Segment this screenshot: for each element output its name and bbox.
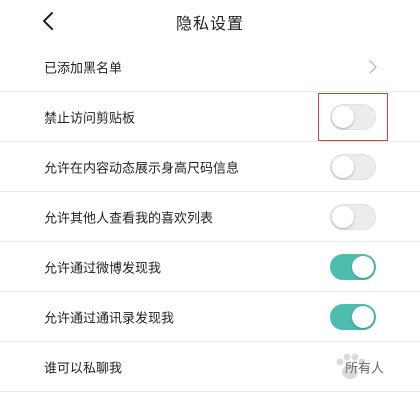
- contacts-discover-toggle[interactable]: [330, 303, 376, 330]
- row-likes-list: 允许其他人查看我的喜欢列表: [0, 192, 420, 242]
- row-label: 禁止访问剪贴板: [44, 111, 136, 126]
- toggle-knob: [352, 255, 374, 278]
- row-weibo-discover: 允许通过微博发现我: [0, 242, 420, 292]
- weibo-discover-toggle[interactable]: [330, 253, 376, 280]
- row-label: 允许其他人查看我的喜欢列表: [44, 211, 214, 226]
- row-label: 允许在内容动态展示身高尺码信息: [44, 161, 240, 176]
- toggle-knob: [332, 205, 354, 228]
- row-label: 允许通过微博发现我: [44, 261, 162, 276]
- highlight-annotation-box: [318, 93, 388, 141]
- paw-watermark-icon: [336, 353, 366, 379]
- row-label: 谁可以私聊我: [44, 361, 123, 376]
- likes-list-toggle[interactable]: [330, 203, 376, 230]
- row-label: 已添加黑名单: [44, 61, 123, 76]
- toggle-knob: [352, 305, 374, 328]
- header-bar: 隐私设置: [0, 0, 420, 42]
- row-blacklist[interactable]: 已添加黑名单: [0, 42, 420, 92]
- row-label: 允许通过通讯录发现我: [44, 311, 175, 326]
- chevron-right-icon: [369, 59, 377, 74]
- page-title: 隐私设置: [175, 14, 244, 33]
- row-show-size-info: 允许在内容动态展示身高尺码信息: [0, 142, 420, 192]
- row-contacts-discover: 允许通过通讯录发现我: [0, 292, 420, 342]
- size-info-toggle[interactable]: [330, 153, 376, 180]
- toggle-knob: [332, 155, 354, 178]
